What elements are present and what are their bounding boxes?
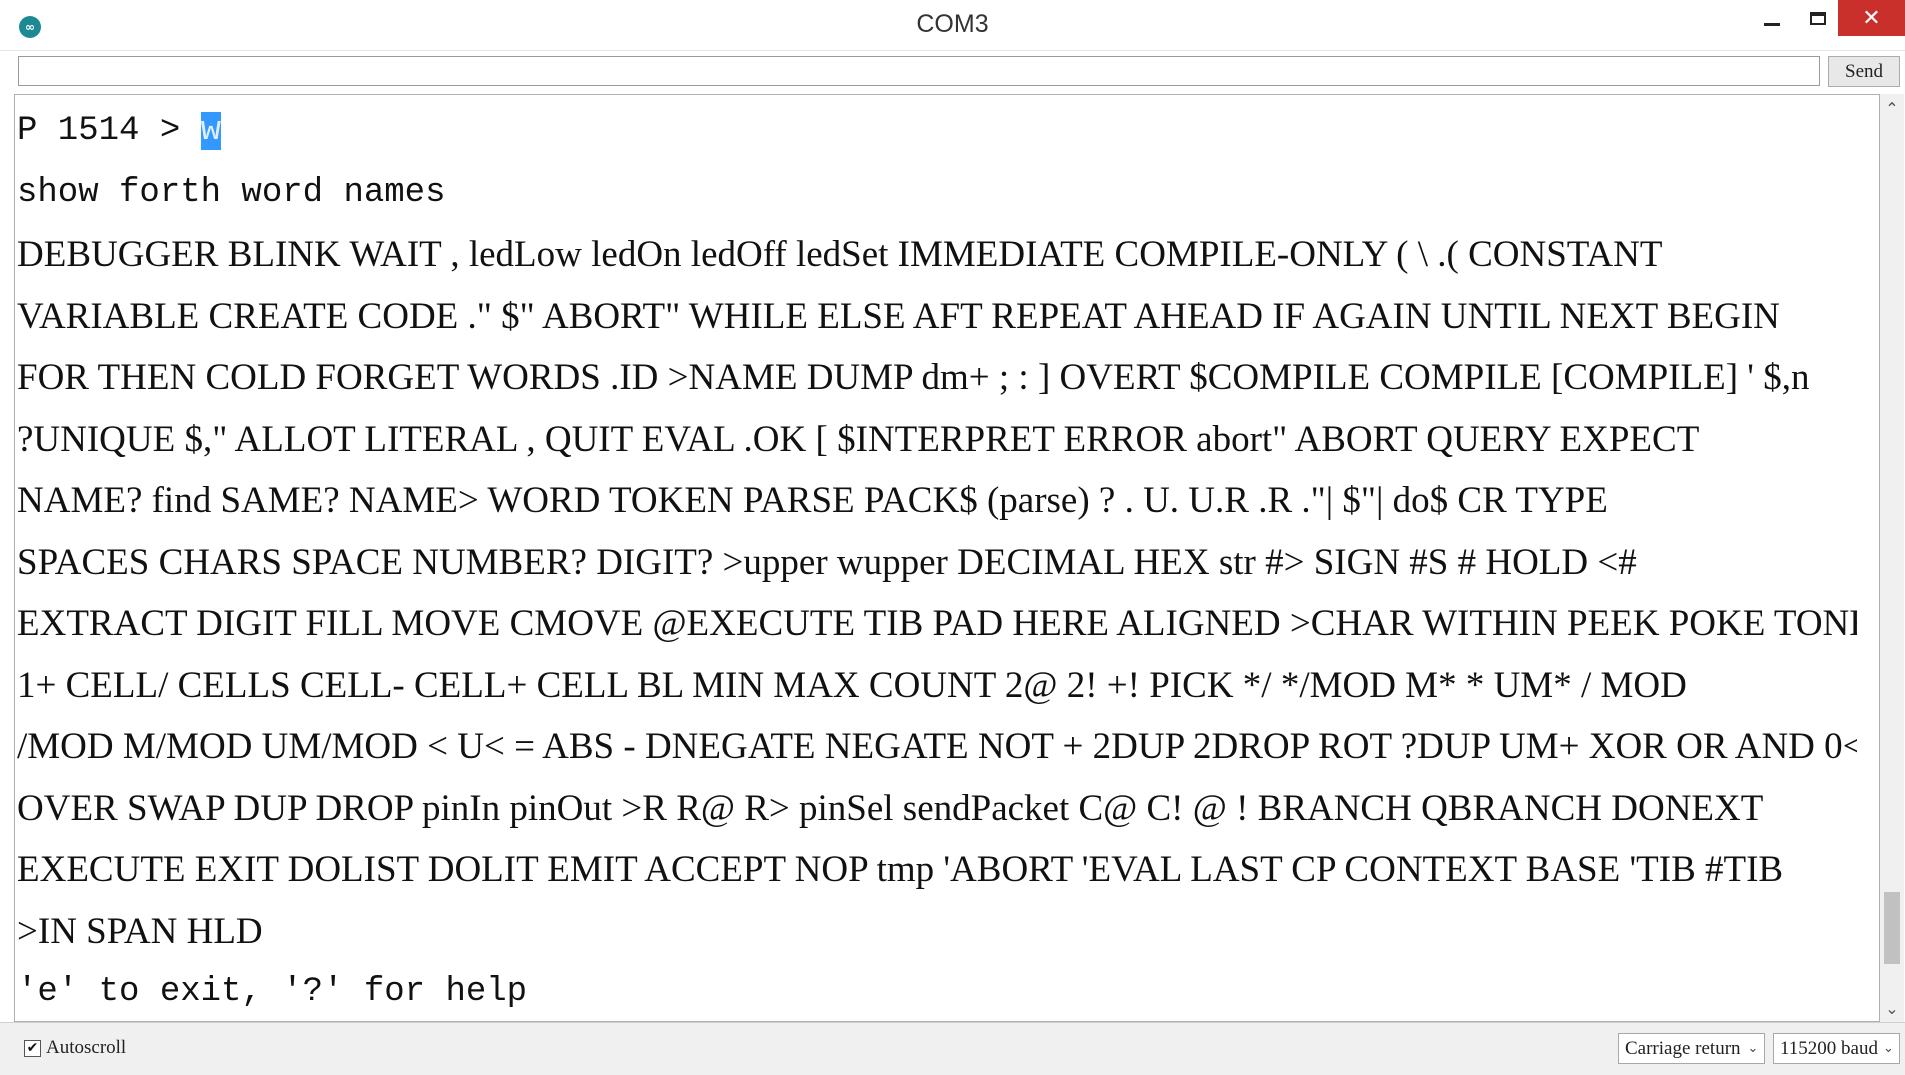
checkmark-icon: ✔ bbox=[26, 1040, 39, 1056]
output-line: /MOD M/MOD UM/MOD < U< = ABS - DNEGATE N… bbox=[17, 726, 1857, 767]
output-line: OVER SWAP DUP DROP pinIn pinOut >R R@ R>… bbox=[17, 787, 1764, 829]
help-line: 'e' to exit, '?' for help bbox=[17, 973, 528, 1011]
output-line: NAME? find SAME? NAME> WORD TOKEN PARSE … bbox=[17, 480, 1608, 521]
serial-output-area[interactable]: P 1514 > w show forth word names DEBUGGE… bbox=[14, 94, 1880, 1022]
line-ending-select[interactable]: Carriage return ⌄ bbox=[1618, 1033, 1765, 1064]
autoscroll-label: Autoscroll bbox=[46, 1037, 127, 1058]
serial-monitor-window: ∞ COM3 ✕ Send P 1514 > w show forth word… bbox=[0, 0, 1905, 1075]
serial-input-field[interactable] bbox=[18, 56, 1820, 86]
window-title: COM3 bbox=[916, 10, 989, 38]
output-line: >IN SPAN HLD bbox=[17, 910, 263, 952]
output-line: EXECUTE EXIT DOLIST DOLIT EMIT ACCEPT NO… bbox=[17, 849, 1784, 890]
scroll-down-icon[interactable]: ⌄ bbox=[1880, 996, 1904, 1020]
chevron-down-icon: ⌄ bbox=[1883, 1041, 1894, 1056]
baud-rate-value: 115200 baud bbox=[1780, 1037, 1878, 1059]
output-line: FOR THEN COLD FORGET WORDS .ID >NAME DUM… bbox=[17, 357, 1810, 398]
output-line: 1+ CELL/ CELLS CELL- CELL+ CELL BL MIN M… bbox=[17, 664, 1687, 706]
chevron-down-icon: ⌄ bbox=[1747, 1041, 1759, 1056]
selected-text: w bbox=[200, 112, 222, 150]
output-line: ?UNIQUE $," ALLOT LITERAL , QUIT EVAL .O… bbox=[17, 418, 1700, 460]
vertical-scrollbar[interactable]: ⌃ ⌄ bbox=[1880, 94, 1904, 1022]
output-line: SPACES CHARS SPACE NUMBER? DIGIT? >upper… bbox=[17, 541, 1637, 583]
scroll-thumb[interactable] bbox=[1884, 891, 1900, 964]
output-line: EXTRACT DIGIT FILL MOVE CMOVE @EXECUTE T… bbox=[17, 603, 1857, 644]
close-button[interactable]: ✕ bbox=[1838, 0, 1905, 36]
minimize-icon bbox=[1764, 22, 1780, 26]
output-lines: P 1514 > w show forth word names DEBUGGE… bbox=[17, 101, 1857, 1021]
scroll-up-icon[interactable]: ⌃ bbox=[1880, 96, 1904, 120]
send-button[interactable]: Send bbox=[1828, 56, 1900, 87]
output-line: DEBUGGER BLINK WAIT , ledLow ledOn ledOf… bbox=[17, 234, 1663, 275]
minimize-button[interactable] bbox=[1749, 0, 1795, 36]
output-line: show forth word names bbox=[17, 173, 446, 212]
title-bar: ∞ COM3 ✕ bbox=[0, 0, 1905, 51]
send-bar: Send bbox=[0, 52, 1905, 94]
baud-rate-select[interactable]: 115200 baud ⌄ bbox=[1773, 1033, 1900, 1064]
prompt-text: P 1514 > bbox=[17, 112, 201, 150]
autoscroll-toggle[interactable]: ✔ Autoscroll bbox=[24, 1037, 126, 1059]
maximize-button[interactable] bbox=[1795, 0, 1841, 36]
close-icon: ✕ bbox=[1862, 5, 1881, 31]
output-line: VARIABLE CREATE CODE ." $" ABORT" WHILE … bbox=[17, 295, 1780, 337]
status-bar: ✔ Autoscroll Carriage return ⌄ 115200 ba… bbox=[0, 1022, 1905, 1075]
autoscroll-checkbox[interactable]: ✔ bbox=[24, 1039, 41, 1057]
maximize-icon bbox=[1810, 11, 1826, 25]
line-ending-value: Carriage return bbox=[1625, 1037, 1741, 1059]
prompt-line: P 1514 > w bbox=[17, 101, 1857, 163]
